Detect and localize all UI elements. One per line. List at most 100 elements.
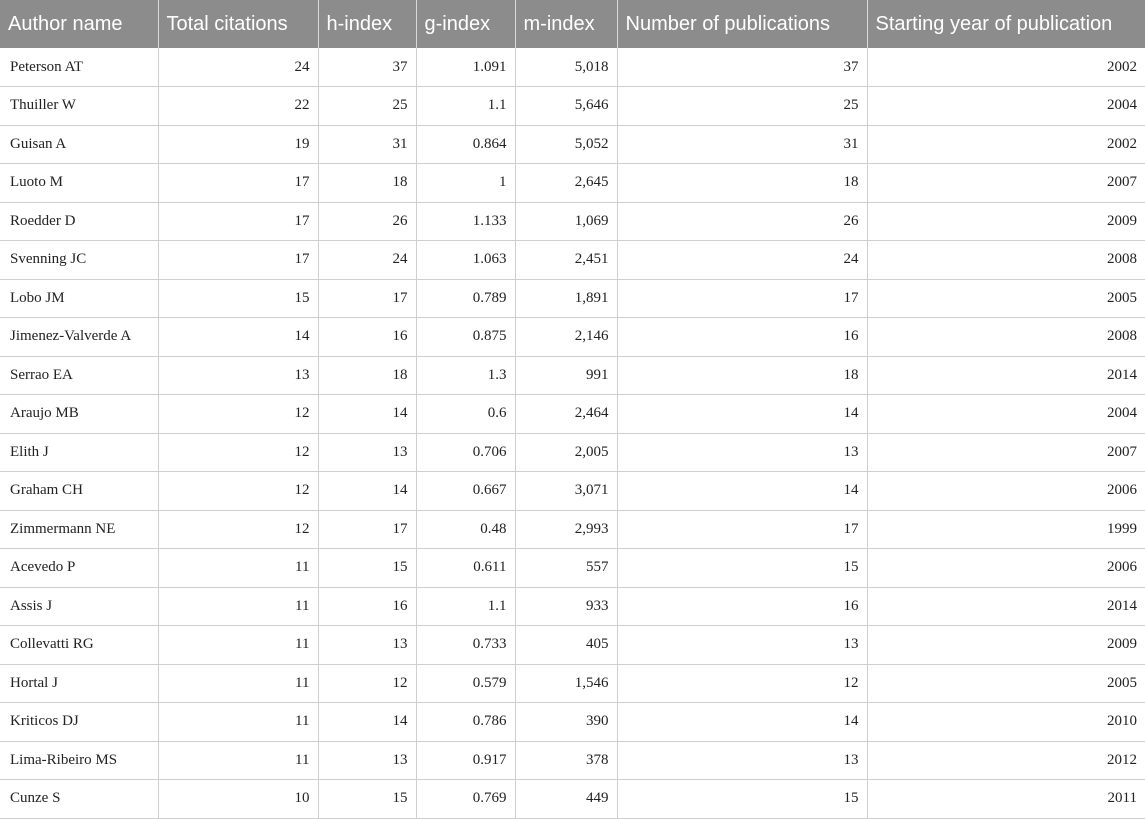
cell-h-index: 14 [318,394,417,434]
cell-m-index: 449 [515,779,618,819]
cell-m-index: 378 [515,741,618,780]
cell-g-index: 0.667 [416,471,516,511]
cell-total-citations: 10 [158,779,319,819]
cell-author-name: Roedder D [0,202,159,241]
cell-author-name: Peterson AT [0,48,159,87]
table-row: Luoto M 17 18 1 2,645 18 2007 [0,163,1145,203]
cell-m-index: 933 [515,587,618,626]
table-row: Lima-Ribeiro MS 11 13 0.917 378 13 2012 [0,741,1145,780]
cell-number-of-publications: 17 [617,279,868,318]
cell-starting-year: 2004 [867,86,1145,126]
cell-total-citations: 15 [158,279,319,318]
cell-author-name: Jimenez-Valverde A [0,317,159,357]
cell-total-citations: 17 [158,202,319,241]
cell-number-of-publications: 16 [617,587,868,626]
cell-total-citations: 12 [158,394,319,434]
cell-g-index: 1.133 [416,202,516,241]
cell-starting-year: 2002 [867,48,1145,87]
table-row: Acevedo P 11 15 0.611 557 15 2006 [0,548,1145,588]
cell-h-index: 18 [318,356,417,395]
cell-author-name: Collevatti RG [0,625,159,665]
cell-author-name: Lobo JM [0,279,159,318]
cell-total-citations: 14 [158,317,319,357]
cell-g-index: 0.48 [416,510,516,549]
cell-h-index: 17 [318,510,417,549]
cell-starting-year: 2009 [867,625,1145,665]
cell-total-citations: 11 [158,664,319,703]
cell-h-index: 12 [318,664,417,703]
cell-starting-year: 2005 [867,279,1145,318]
cell-number-of-publications: 12 [617,664,868,703]
cell-g-index: 1.1 [416,587,516,626]
cell-h-index: 16 [318,587,417,626]
table-body: Peterson AT 24 37 1.091 5,018 37 2002 Thuiller … [0,48,1145,819]
cell-starting-year: 2012 [867,741,1145,780]
cell-number-of-publications: 17 [617,510,868,549]
cell-starting-year: 2006 [867,548,1145,588]
table-row: Roedder D 17 26 1.133 1,069 26 2009 [0,202,1145,241]
cell-g-index: 0.706 [416,433,516,472]
column-header-author-name: Author name [0,0,159,48]
cell-author-name: Thuiller W [0,86,159,126]
cell-author-name: Guisan A [0,125,159,164]
cell-g-index: 0.769 [416,779,516,819]
cell-m-index: 2,451 [515,240,618,280]
header-row: Author name Total citations h-index g-index… [0,0,1145,48]
cell-total-citations: 12 [158,510,319,549]
cell-author-name: Luoto M [0,163,159,203]
cell-number-of-publications: 31 [617,125,868,164]
cell-h-index: 13 [318,433,417,472]
cell-number-of-publications: 15 [617,548,868,588]
cell-g-index: 1.1 [416,86,516,126]
cell-total-citations: 17 [158,163,319,203]
table-row: Graham CH 12 14 0.667 3,071 14 2006 [0,471,1145,511]
cell-h-index: 24 [318,240,417,280]
cell-author-name: Lima-Ribeiro MS [0,741,159,780]
cell-author-name: Cunze S [0,779,159,819]
cell-total-citations: 13 [158,356,319,395]
cell-m-index: 991 [515,356,618,395]
cell-m-index: 2,993 [515,510,618,549]
cell-g-index: 1.3 [416,356,516,395]
cell-h-index: 14 [318,471,417,511]
cell-starting-year: 2002 [867,125,1145,164]
cell-starting-year: 2007 [867,433,1145,472]
table-row: Araujo MB 12 14 0.6 2,464 14 2004 [0,394,1145,434]
cell-starting-year: 2008 [867,317,1145,357]
table-row: Hortal J 11 12 0.579 1,546 12 2005 [0,664,1145,703]
cell-author-name: Araujo MB [0,394,159,434]
cell-starting-year: 2008 [867,240,1145,280]
cell-h-index: 16 [318,317,417,357]
cell-number-of-publications: 14 [617,702,868,742]
cell-starting-year: 2011 [867,779,1145,819]
cell-number-of-publications: 14 [617,394,868,434]
cell-total-citations: 24 [158,48,319,87]
cell-m-index: 1,546 [515,664,618,703]
cell-number-of-publications: 37 [617,48,868,87]
cell-starting-year: 2006 [867,471,1145,511]
cell-m-index: 557 [515,548,618,588]
cell-number-of-publications: 13 [617,433,868,472]
cell-starting-year: 2009 [867,202,1145,241]
cell-number-of-publications: 13 [617,625,868,665]
cell-m-index: 405 [515,625,618,665]
cell-m-index: 1,069 [515,202,618,241]
cell-starting-year: 2014 [867,356,1145,395]
cell-total-citations: 11 [158,548,319,588]
cell-h-index: 14 [318,702,417,742]
cell-h-index: 26 [318,202,417,241]
cell-author-name: Svenning JC [0,240,159,280]
cell-number-of-publications: 18 [617,356,868,395]
table-row: Svenning JC 17 24 1.063 2,451 24 2008 [0,240,1145,280]
column-header-number-of-publications: Number of publications [617,0,868,48]
table-row: Thuiller W 22 25 1.1 5,646 25 2004 [0,86,1145,126]
cell-h-index: 13 [318,741,417,780]
table-row: Cunze S 10 15 0.769 449 15 2011 [0,779,1145,819]
cell-number-of-publications: 13 [617,741,868,780]
cell-g-index: 0.789 [416,279,516,318]
cell-g-index: 0.875 [416,317,516,357]
cell-author-name: Zimmermann NE [0,510,159,549]
cell-starting-year: 2005 [867,664,1145,703]
table-header: Author name Total citations h-index g-index… [0,0,1145,48]
cell-author-name: Kriticos DJ [0,702,159,742]
